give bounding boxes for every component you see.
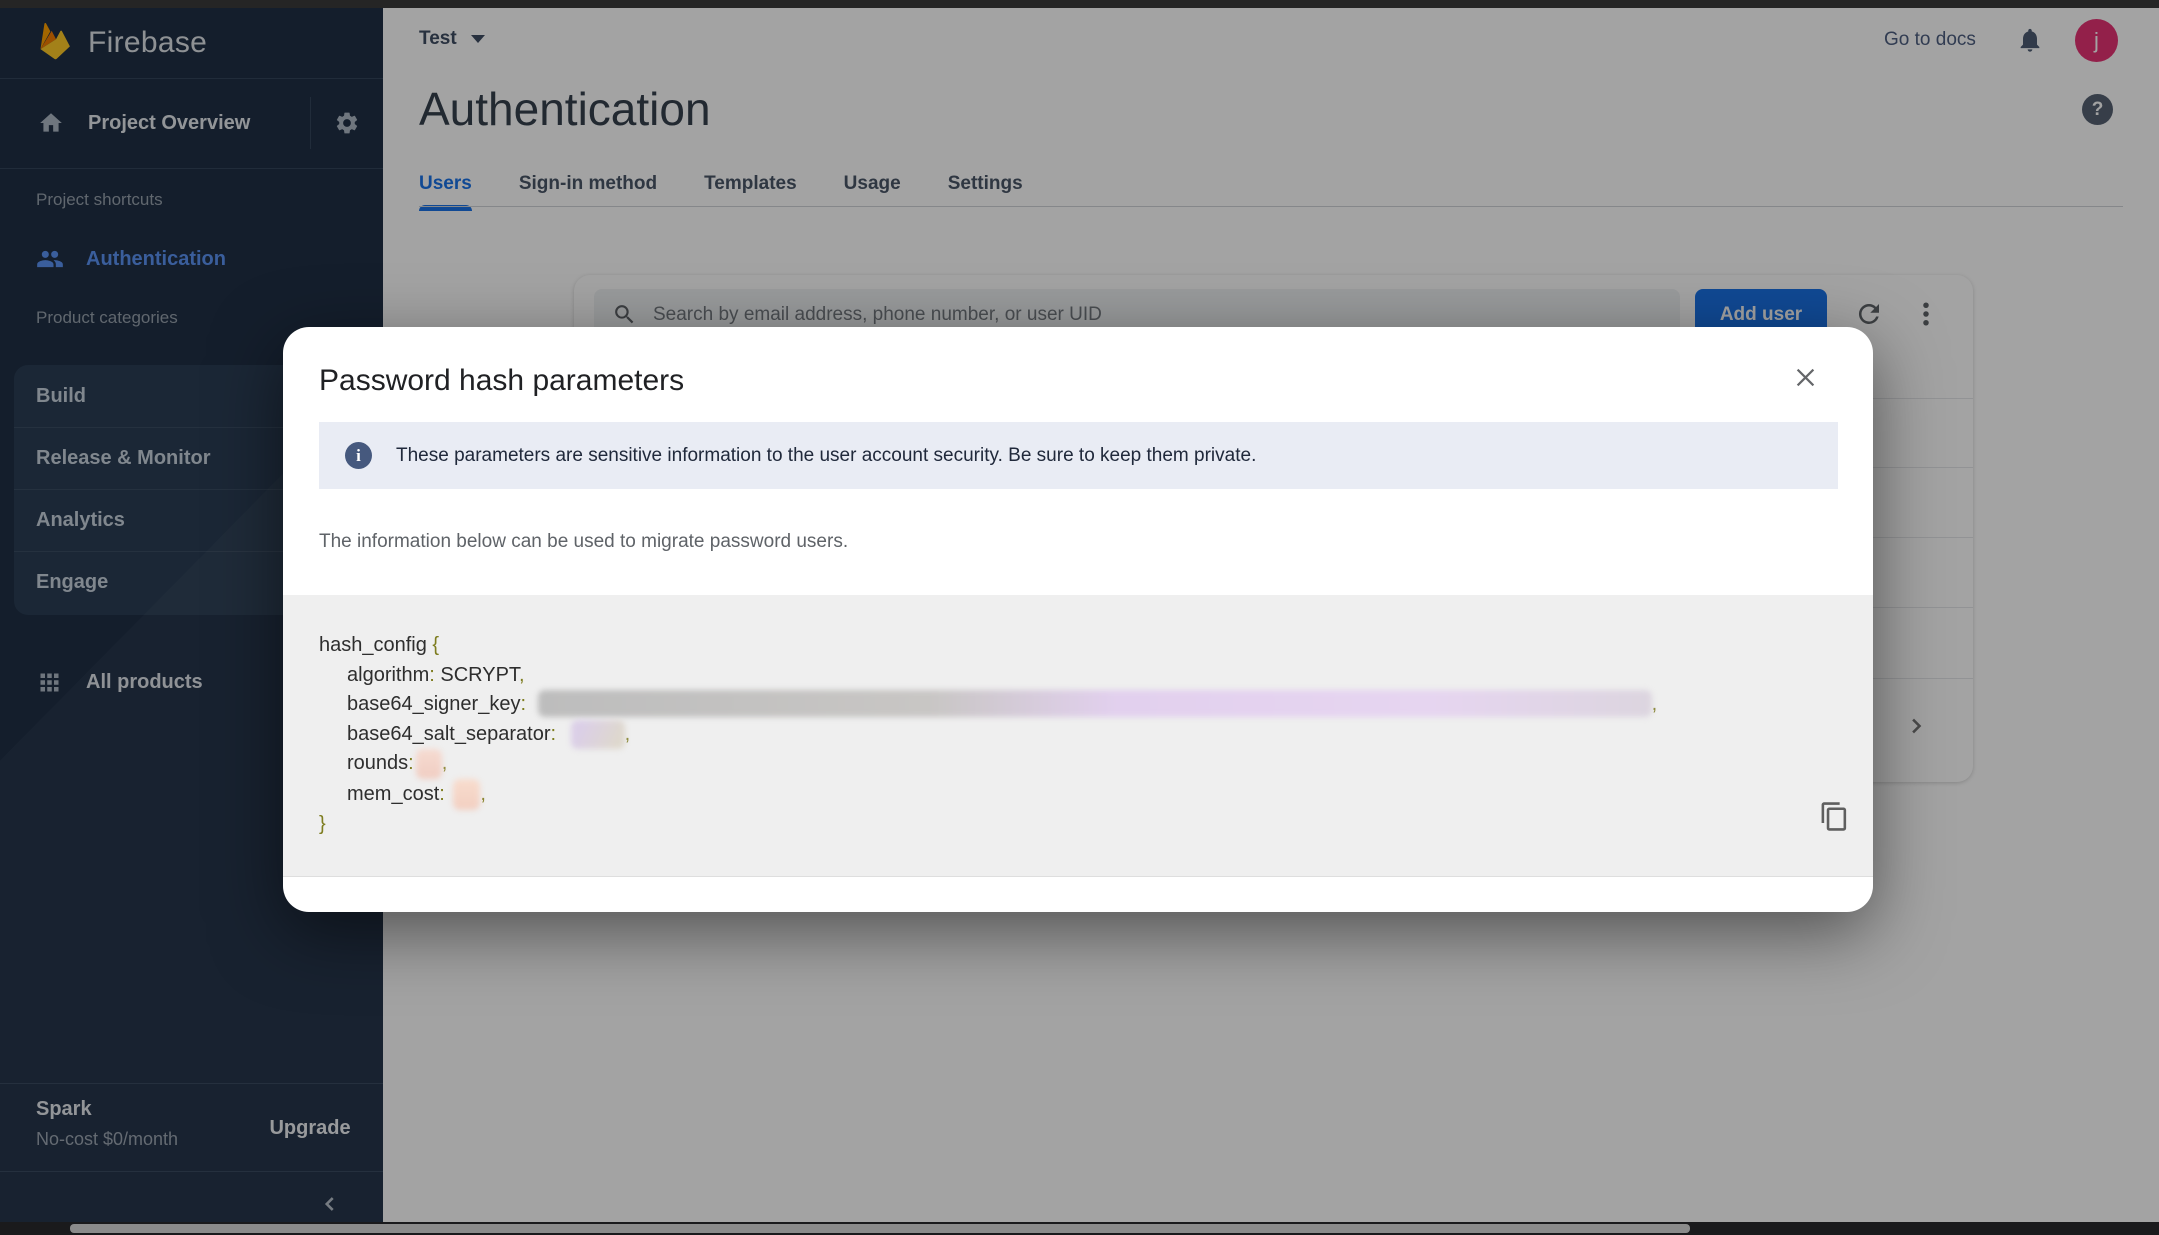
code-line: } [319,810,1873,840]
hash-config-code-block: hash_config { algorithm: SCRYPT, base64_… [283,595,1873,877]
code-line: base64_signer_key: , [347,690,1873,720]
code-line: mem_cost: , [347,779,1873,810]
code-line: algorithm: SCRYPT, [347,661,1873,691]
code-line: hash_config { [319,631,1873,661]
dialog-title: Password hash parameters [319,364,684,398]
redacted-mem-cost [453,779,480,810]
code-line: base64_salt_separator: , [347,720,1873,750]
code-line: rounds:, [347,749,1873,779]
banner-text: These parameters are sensitive informati… [396,445,1256,467]
redacted-salt-separator [571,720,625,749]
close-icon [1792,364,1819,391]
sensitive-info-banner: i These parameters are sensitive informa… [319,422,1838,489]
horizontal-scrollbar [0,1222,2159,1235]
redacted-rounds [416,749,442,779]
scrollbar-thumb[interactable] [70,1224,1690,1233]
password-hash-parameters-dialog: Password hash parameters i These paramet… [283,327,1873,912]
firebase-console: Firebase Project Overview Project shortc… [0,0,2159,1235]
info-icon: i [345,442,372,469]
redacted-signer-key [538,690,1652,717]
copy-icon [1819,801,1850,832]
dialog-description: The information below can be used to mig… [319,531,848,553]
close-dialog-button[interactable] [1783,355,1827,399]
copy-code-button[interactable] [1811,793,1857,839]
